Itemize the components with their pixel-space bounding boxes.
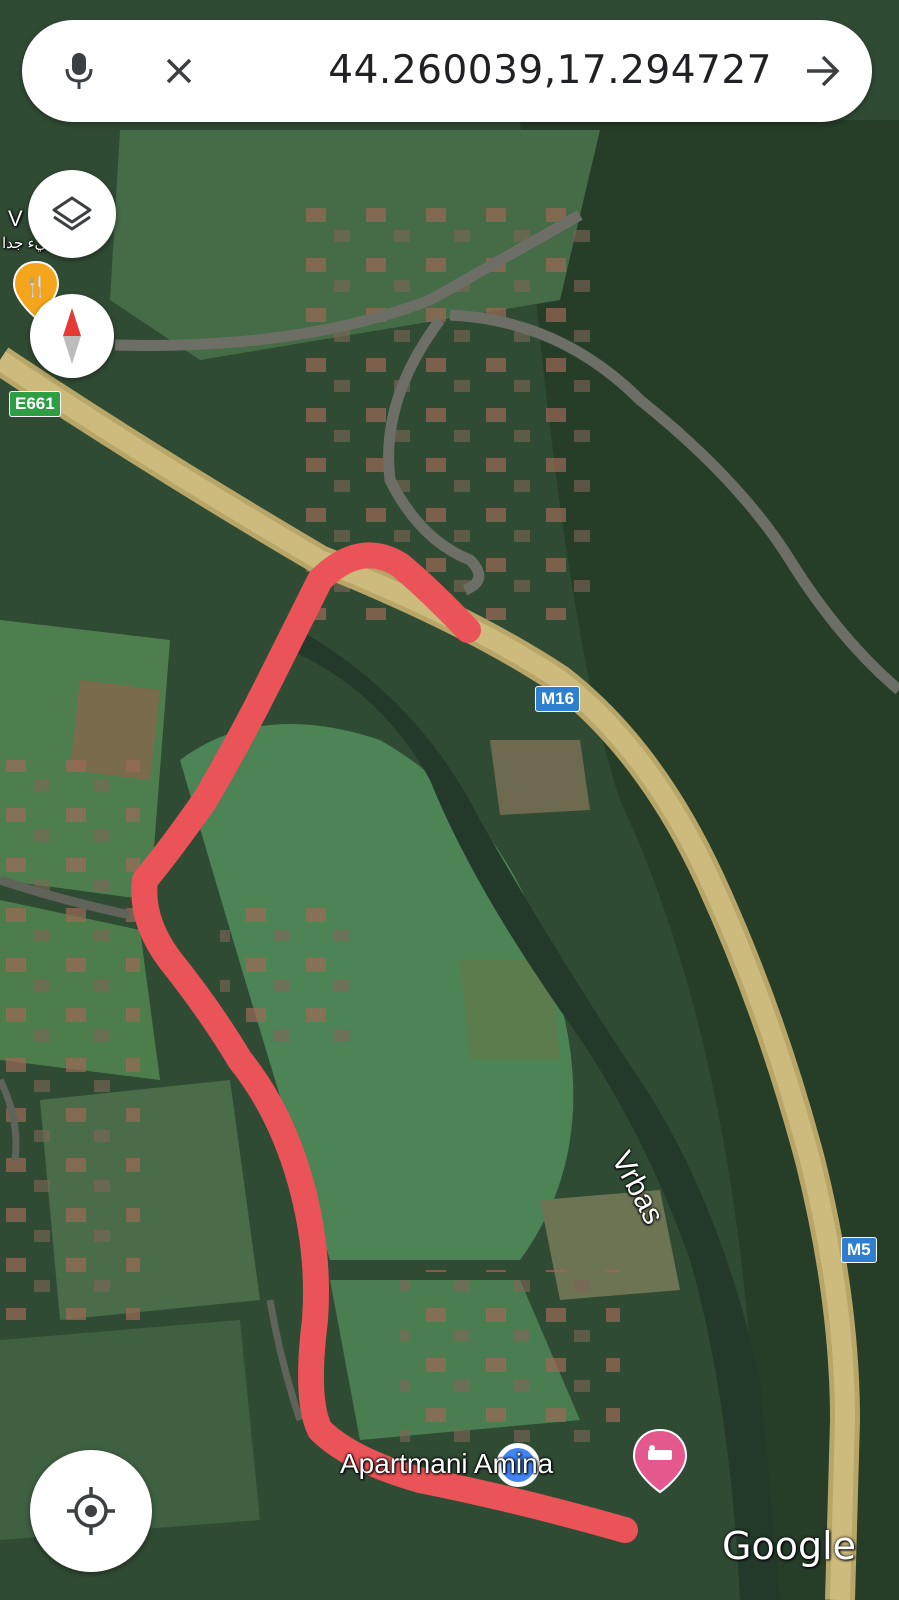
- poi-label[interactable]: V: [8, 206, 23, 232]
- compass-icon: [63, 308, 81, 364]
- compass-button[interactable]: [30, 294, 114, 378]
- layers-icon: [52, 196, 92, 231]
- route-badge-m5: M5: [841, 1237, 877, 1263]
- close-icon[interactable]: [154, 46, 204, 96]
- microphone-icon[interactable]: [54, 46, 104, 96]
- my-location-icon: [67, 1487, 115, 1535]
- route-badge-e661: E661: [9, 391, 61, 417]
- place-label[interactable]: Apartmani Amina: [340, 1448, 553, 1480]
- route-badge-m16: M16: [535, 686, 581, 712]
- svg-text:🍴: 🍴: [24, 274, 49, 298]
- layers-button[interactable]: [28, 170, 116, 258]
- my-location-button[interactable]: [30, 1450, 152, 1572]
- google-logo: Google: [722, 1524, 857, 1568]
- search-input[interactable]: 44.260039,17.294727: [328, 48, 772, 94]
- arrow-right-icon[interactable]: [798, 46, 848, 96]
- search-bar[interactable]: 44.260039,17.294727: [22, 20, 872, 122]
- satellite-map[interactable]: 🍴: [0, 0, 899, 1600]
